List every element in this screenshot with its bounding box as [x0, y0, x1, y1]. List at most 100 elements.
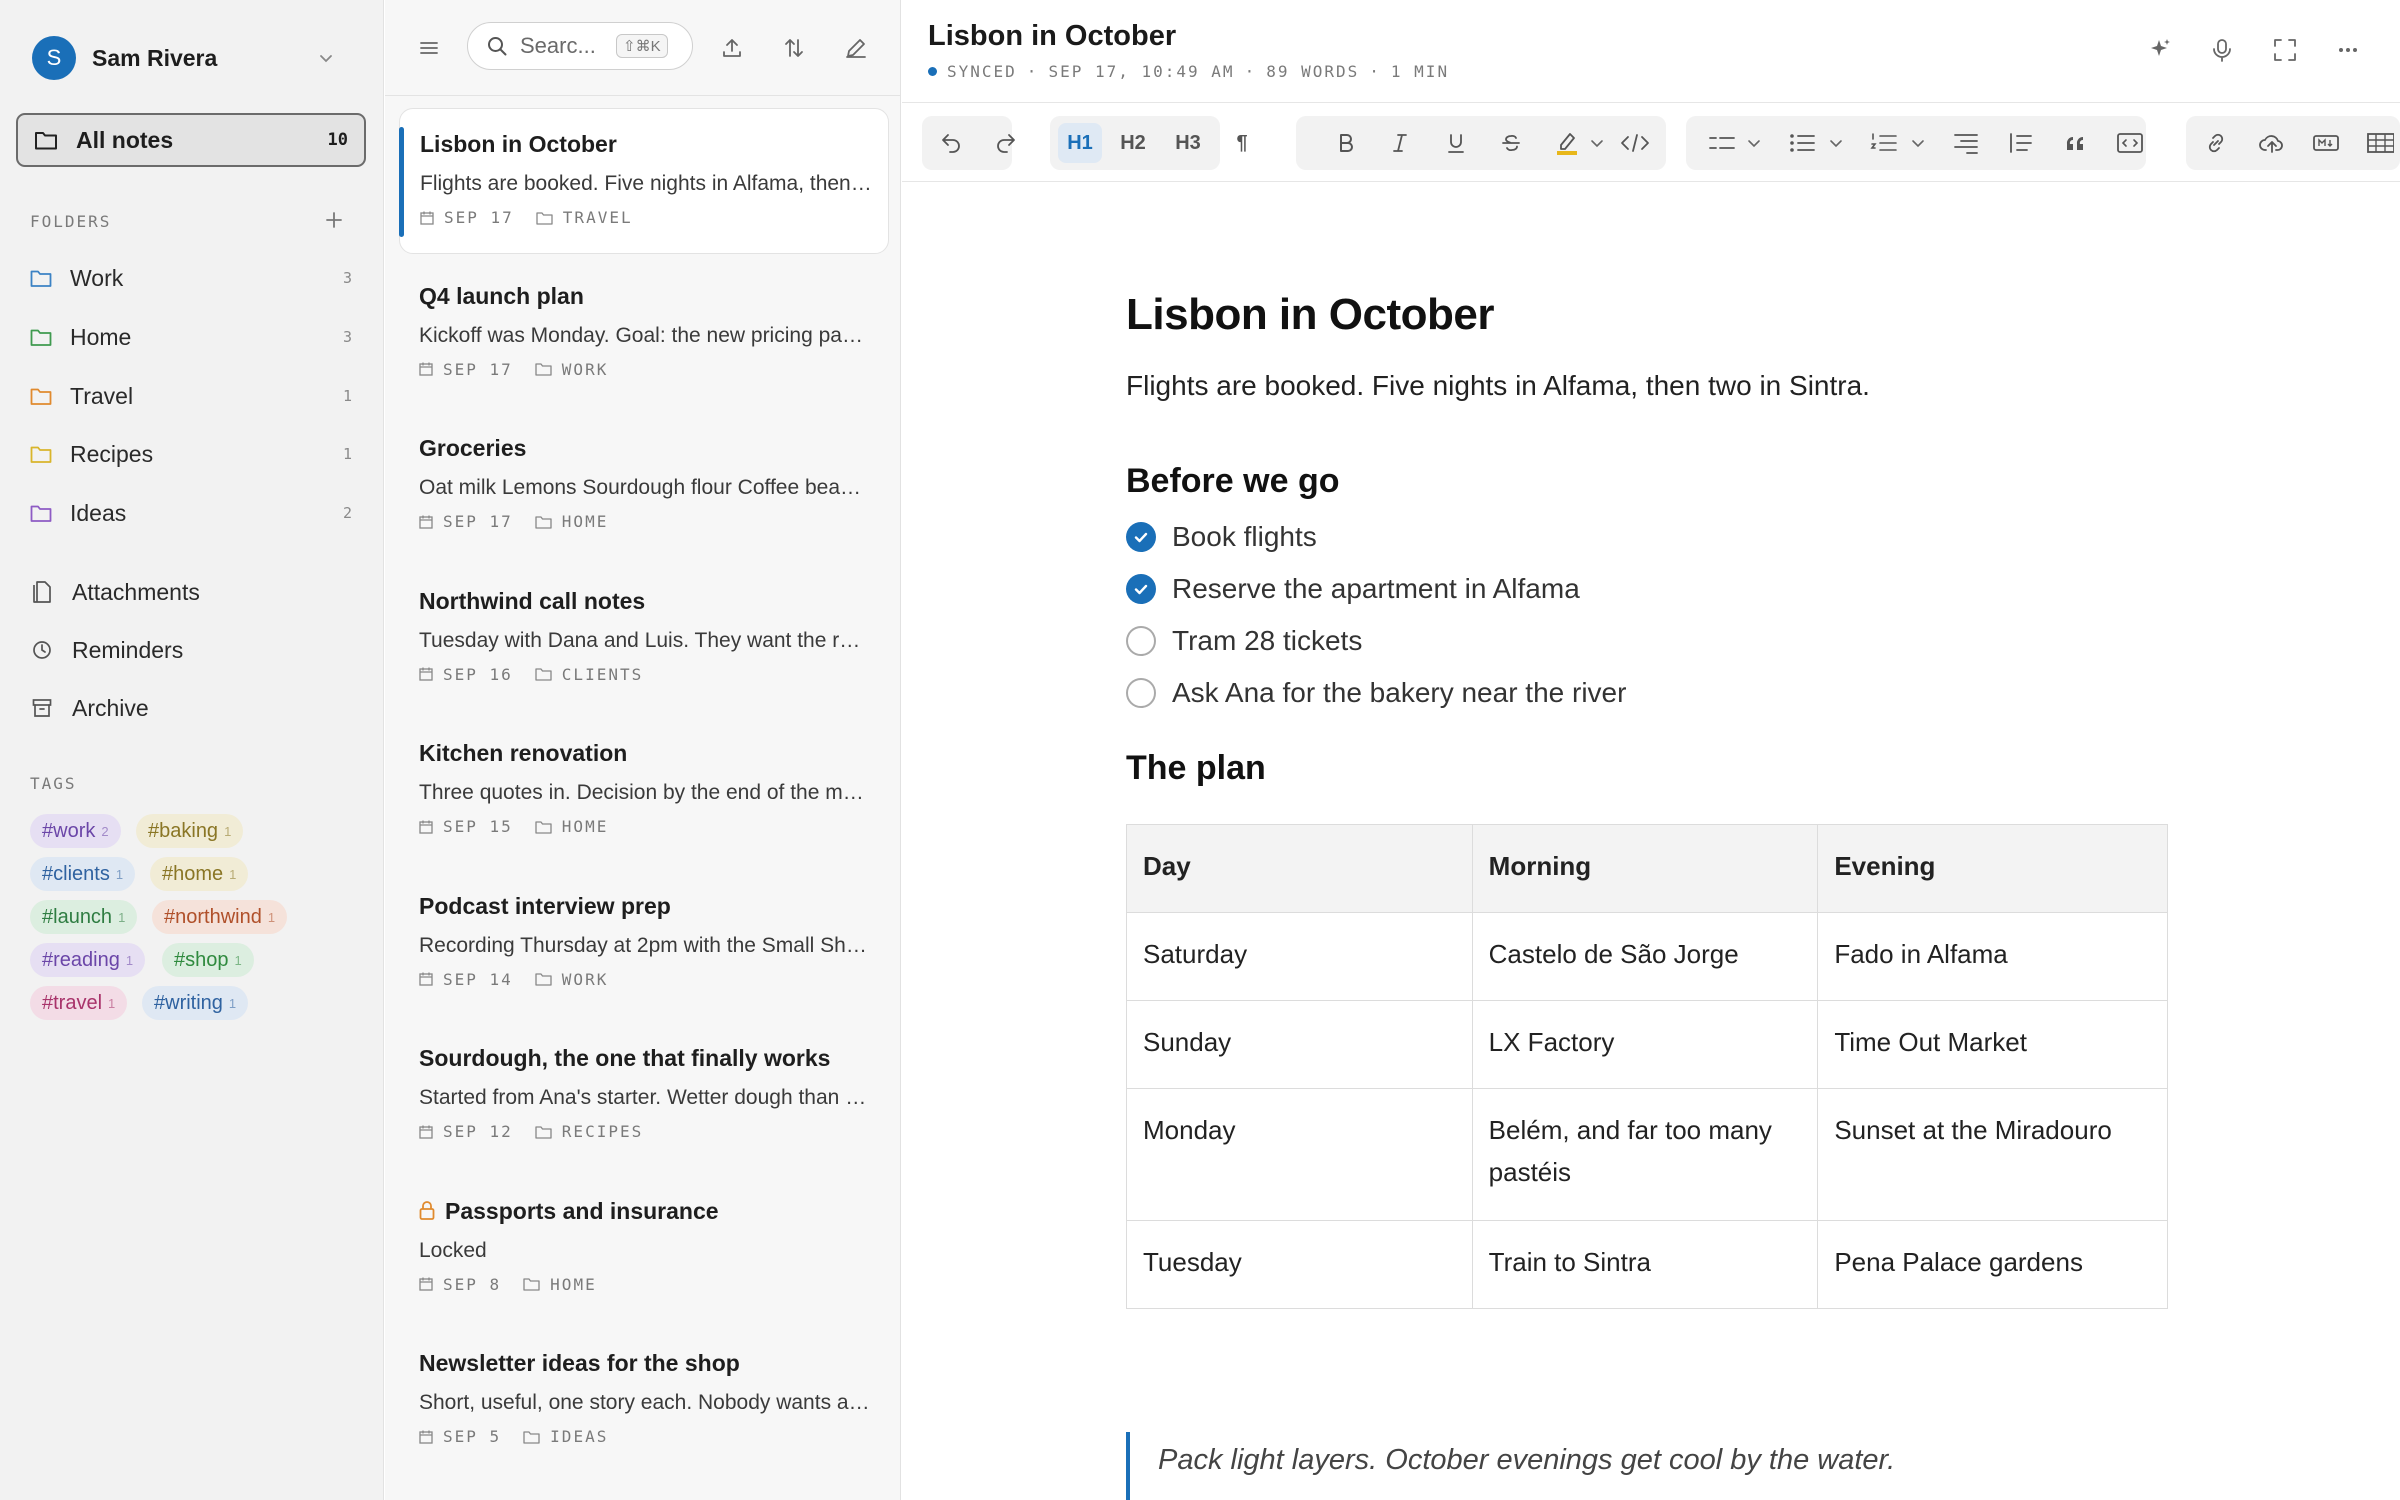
tag-chip[interactable]: #baking 1	[136, 814, 244, 848]
underline-button[interactable]	[1436, 123, 1476, 163]
highlight-button[interactable]	[1547, 123, 1587, 163]
tag-chip[interactable]: #launch 1	[30, 900, 138, 934]
checkbox-checked[interactable]	[1126, 522, 1156, 552]
note-item-title-text: Lisbon in October	[420, 131, 617, 157]
export-button[interactable]	[712, 28, 752, 68]
highlight-color-dropdown[interactable]	[1586, 123, 1608, 163]
tag-chip[interactable]: #clients 1	[30, 857, 136, 891]
media-embed-button[interactable]	[2306, 123, 2346, 163]
read-time: 1 MIN	[1390, 62, 1450, 81]
indent-button[interactable]	[1946, 123, 1986, 163]
all-notes-item[interactable]: All notes 10	[16, 113, 366, 167]
checkbox-unchecked[interactable]	[1126, 678, 1156, 708]
note-list-item[interactable]: Newsletter ideas for the shop Short, usef…	[399, 1328, 889, 1474]
note-item-meta: SEP 17 TRAVEL	[420, 208, 888, 227]
checklist-dropdown[interactable]	[1744, 123, 1764, 163]
tag-chip[interactable]: #work 2	[30, 814, 121, 848]
heading3-button[interactable]: H3	[1168, 123, 1208, 163]
sparkle-icon	[2151, 39, 2170, 56]
avatar: S	[32, 36, 76, 80]
strikethrough-button[interactable]	[1491, 123, 1531, 163]
paragraph-button[interactable]: ¶	[1222, 123, 1262, 163]
account-switcher[interactable]: S Sam Rivera	[32, 34, 352, 82]
tag-chip[interactable]: #shop 1	[162, 943, 254, 977]
tag-label: #baking	[148, 819, 219, 842]
expand-icon	[2274, 39, 2296, 61]
note-list-item[interactable]: Podcast interview prep Recording Thursday…	[399, 871, 889, 1017]
note-item-preview: Tuesday with Dana and Luis. They want th…	[419, 628, 871, 652]
new-note-button[interactable]	[836, 28, 876, 68]
add-folder-button[interactable]	[322, 208, 346, 232]
blockquote-button[interactable]	[2056, 123, 2096, 163]
insert-table-button[interactable]	[2360, 123, 2400, 163]
code-block-button[interactable]	[2110, 123, 2150, 163]
checklist-button[interactable]	[1702, 123, 1742, 163]
clock-icon	[32, 640, 52, 660]
tag-label: #travel	[42, 991, 103, 1014]
sidebar-folder-travel[interactable]: Travel 1	[30, 376, 352, 416]
search-box[interactable]: ⇧⌘K	[467, 22, 693, 70]
note-item-title: Kitchen renovation	[419, 740, 889, 767]
bold-button[interactable]	[1326, 123, 1366, 163]
note-list-item[interactable]: Lisbon in October Flights are booked. Fiv…	[399, 108, 889, 254]
note-item-folder: RECIPES	[561, 1122, 644, 1141]
sidebar-item-reminders[interactable]: Reminders	[32, 630, 352, 670]
checkbox-unchecked[interactable]	[1126, 626, 1156, 656]
note-item-date: SEP 14	[443, 969, 513, 989]
note-item-meta: SEP 17 HOME	[419, 512, 889, 531]
note-item-title-text: Q4 launch plan	[419, 282, 584, 309]
quote-icon	[2066, 136, 2083, 150]
search-input[interactable]	[520, 33, 610, 59]
sidebar-folder-ideas[interactable]: Ideas 2	[30, 493, 352, 533]
note-list-item[interactable]: Groceries Oat milk Lemons Sourdough flour…	[399, 413, 889, 559]
ai-assist-button[interactable]	[2140, 30, 2180, 70]
tag-chip[interactable]: #northwind 1	[152, 900, 288, 934]
link-button[interactable]	[2196, 123, 2236, 163]
note-title[interactable]: Lisbon in October	[928, 20, 1176, 53]
sidebar-item-attachments[interactable]: Attachments	[32, 572, 352, 612]
note-list-item[interactable]: Kitchen renovation Three quotes in. Decis…	[399, 718, 889, 864]
fullscreen-button[interactable]	[2265, 30, 2305, 70]
bullet-list-dropdown[interactable]	[1826, 123, 1846, 163]
table-cell: Tuesday	[1126, 1220, 1473, 1309]
note-item-title-text: Sourdough, the one that finally works	[419, 1045, 831, 1071]
italic-button[interactable]	[1380, 123, 1420, 163]
redo-button[interactable]	[986, 123, 1026, 163]
sidebar-folder-work[interactable]: Work 3	[30, 258, 352, 298]
tag-label: #northwind	[164, 905, 262, 928]
note-list-item[interactable]: Sourdough, the one that finally works Sta…	[399, 1023, 889, 1169]
tag-chip[interactable]: #reading 1	[30, 943, 146, 977]
note-list-item[interactable]: Q4 launch plan Kickoff was Monday. Goal: …	[399, 261, 889, 407]
note-body[interactable]: Lisbon in October Flights are booked. Fi…	[1126, 290, 2176, 1309]
heading2-button[interactable]: H2	[1113, 123, 1153, 163]
table-cell: Time Out Market	[1817, 1000, 2168, 1089]
heading1-button[interactable]: H1	[1058, 123, 1102, 163]
dictation-button[interactable]	[2202, 30, 2242, 70]
tag-chip[interactable]: #travel 1	[30, 986, 128, 1020]
upload-button[interactable]	[2252, 123, 2292, 163]
checkbox-checked[interactable]	[1126, 574, 1156, 604]
outdent-button[interactable]	[2001, 123, 2041, 163]
numbered-list-button[interactable]	[1864, 123, 1904, 163]
note-list-item[interactable]: Passports and insurance Locked SEP 8 HOME	[399, 1176, 889, 1322]
sidebar-toggle-button[interactable]	[409, 28, 449, 68]
numbered-list-dropdown[interactable]	[1908, 123, 1928, 163]
note-list-item[interactable]: Northwind call notes Tuesday with Dana an…	[399, 566, 889, 712]
undo-button[interactable]	[931, 123, 971, 163]
folder-icon	[535, 362, 552, 376]
tag-chip[interactable]: #home 1	[150, 857, 249, 891]
bullet-list-button[interactable]	[1782, 123, 1822, 163]
lock-icon	[419, 1201, 435, 1221]
sort-button[interactable]	[774, 28, 814, 68]
sidebar-folder-recipes[interactable]: Recipes 1	[30, 434, 352, 474]
folder-icon	[30, 327, 52, 347]
sidebar-item-archive[interactable]: Archive	[32, 688, 352, 728]
folder-icon	[535, 515, 552, 529]
more-horizontal-icon	[2339, 48, 2357, 52]
inline-code-button[interactable]	[1613, 123, 1657, 163]
tag-chip[interactable]: #writing 1	[142, 986, 249, 1020]
more-options-button[interactable]	[2328, 30, 2368, 70]
table-cell: Sunset at the Miradouro	[1817, 1088, 2168, 1221]
sidebar-folder-home[interactable]: Home 3	[30, 317, 352, 357]
tag-label: #shop	[174, 948, 229, 971]
